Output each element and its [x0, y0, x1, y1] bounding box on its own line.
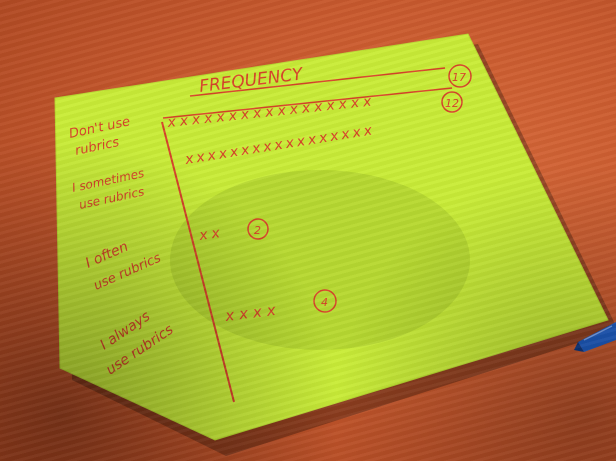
count-value: 4: [321, 296, 328, 309]
paper-shading: [170, 170, 470, 350]
count-value: 2: [254, 224, 261, 237]
count-value: 17: [452, 71, 466, 84]
photo-scene: FREQUENCY Don't use rubrics xxxxxxxxxxxx…: [54, 33, 616, 456]
count-value: 12: [445, 97, 459, 110]
